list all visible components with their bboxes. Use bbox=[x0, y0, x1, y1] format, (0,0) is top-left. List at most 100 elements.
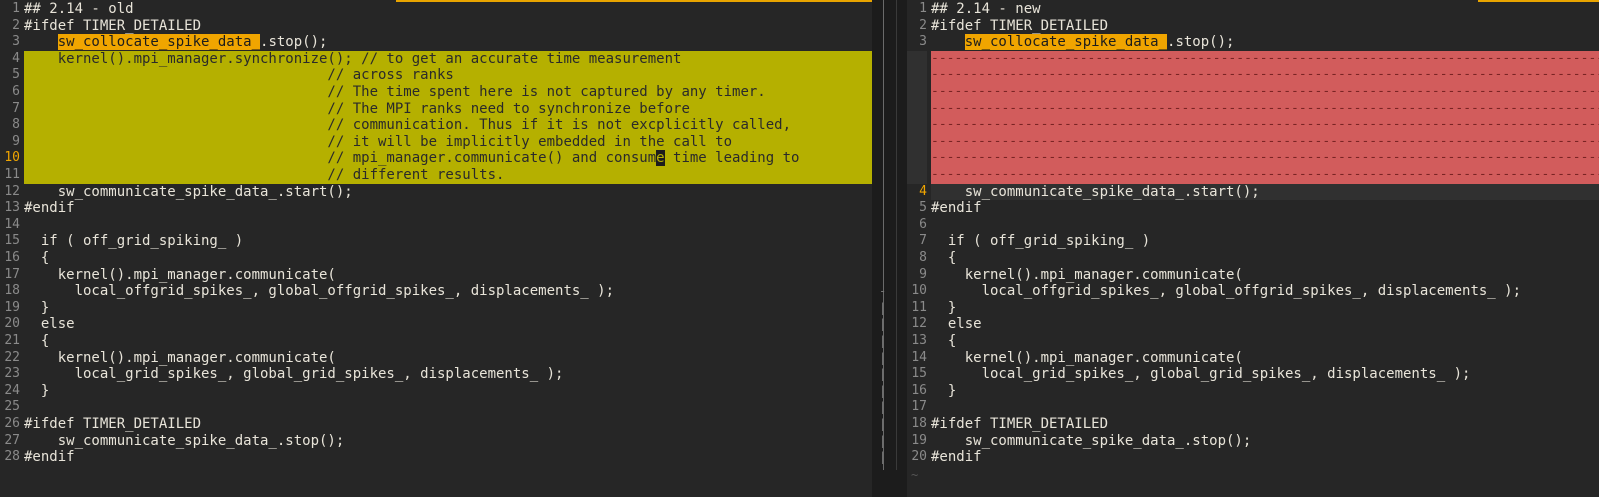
end-of-buffer-tilde: ~ bbox=[911, 467, 919, 482]
line-number: 26 bbox=[0, 416, 20, 433]
line-number: 25 bbox=[0, 399, 20, 416]
code-line[interactable]: 18 local_offgrid_spikes_, global_offgrid… bbox=[0, 283, 872, 300]
code-line[interactable]: 23 local_grid_spikes_, global_grid_spike… bbox=[0, 366, 872, 383]
code-line[interactable]: 4 sw_communicate_spike_data_.start(); bbox=[907, 183, 1599, 201]
code-line[interactable]: 24 } bbox=[0, 382, 872, 400]
line-number bbox=[907, 67, 927, 84]
code-line[interactable]: 19 } bbox=[0, 299, 872, 317]
line-number bbox=[907, 84, 927, 101]
code-line[interactable]: 4 kernel().mpi_manager.synchronize(); //… bbox=[0, 50, 872, 68]
line-number: 2 bbox=[0, 17, 20, 35]
deleted-filler: ----------------------------------------… bbox=[931, 150, 1599, 167]
code-line[interactable]: 3 sw_collocate_spike_data_.stop(); bbox=[907, 34, 1599, 51]
line-number: 8 bbox=[0, 117, 20, 134]
code-text: local_offgrid_spikes_, global_offgrid_sp… bbox=[24, 283, 615, 300]
code-line[interactable]: 11 // different results. bbox=[0, 167, 872, 184]
code-line[interactable]: 28 #endif bbox=[0, 449, 872, 466]
code-line[interactable]: ----------------------------------------… bbox=[907, 50, 1599, 68]
code-line[interactable]: 25 bbox=[0, 399, 872, 416]
code-text: #endif bbox=[931, 200, 982, 217]
line-number: 27 bbox=[0, 432, 20, 450]
code-line[interactable]: 27 sw_communicate_spike_data_.stop(); bbox=[0, 432, 872, 450]
code-line[interactable]: 12 else bbox=[907, 316, 1599, 333]
code-line[interactable]: ----------------------------------------… bbox=[907, 167, 1599, 184]
code-line[interactable]: 16 } bbox=[907, 382, 1599, 400]
vertical-split-separator[interactable]: - | | | | | | | | | | bbox=[872, 0, 907, 497]
fold-marker-bar: | bbox=[879, 334, 887, 348]
code-line[interactable]: 5 #endif bbox=[907, 200, 1599, 217]
code-line[interactable]: 19 sw_communicate_spike_data_.stop(); bbox=[907, 432, 1599, 450]
code-line[interactable]: 17 kernel().mpi_manager.communicate( bbox=[0, 266, 872, 284]
diff-pane-old[interactable]: 1 ## 2.14 - old 2 #ifdef TIMER_DETAILED 3 sw… bbox=[0, 0, 872, 497]
code-text: if ( off_grid_spiking_ ) bbox=[24, 233, 244, 250]
code-line[interactable]: ----------------------------------------… bbox=[907, 84, 1599, 101]
code-line[interactable]: ----------------------------------------… bbox=[907, 133, 1599, 151]
code-line[interactable]: 13 { bbox=[907, 333, 1599, 350]
code-line[interactable]: 1 ## 2.14 - new bbox=[907, 1, 1599, 18]
code-line[interactable]: 7 // The MPI ranks need to synchronize b… bbox=[0, 100, 872, 118]
code-line[interactable]: ----------------------------------------… bbox=[907, 100, 1599, 118]
code-line[interactable]: 13 #endif bbox=[0, 200, 872, 217]
code-text: { bbox=[931, 250, 957, 266]
line-number: 18 bbox=[0, 283, 20, 300]
code-line[interactable]: 14 bbox=[0, 216, 872, 234]
code-line[interactable]: 8 { bbox=[907, 250, 1599, 267]
deleted-filler: ----------------------------------------… bbox=[931, 50, 1599, 68]
code-line[interactable]: 10 // mpi_manager.communicate() and cons… bbox=[0, 150, 872, 167]
code-line[interactable]: 17 bbox=[907, 399, 1599, 416]
code-text: // mpi_manager.communicate() and consume… bbox=[24, 150, 872, 167]
line-number: 24 bbox=[0, 382, 20, 400]
code-line[interactable]: 2 #ifdef TIMER_DETAILED bbox=[907, 17, 1599, 35]
code-text: // it will be implicitly embedded in the… bbox=[24, 133, 872, 151]
code-line[interactable]: 3 sw_collocate_spike_data_.stop(); bbox=[0, 34, 872, 51]
line-number bbox=[907, 150, 927, 167]
fold-marker-bar: | bbox=[879, 300, 887, 315]
code-line[interactable]: 15 local_grid_spikes_, global_grid_spike… bbox=[907, 366, 1599, 383]
line-number: 3 bbox=[0, 34, 20, 51]
code-line[interactable]: 14 kernel().mpi_manager.communicate( bbox=[907, 349, 1599, 367]
code-text: { bbox=[24, 250, 50, 266]
code-line[interactable]: 12 sw_communicate_spike_data_.start(); bbox=[0, 183, 872, 201]
code-prefix bbox=[931, 34, 965, 50]
code-line[interactable]: 7 if ( off_grid_spiking_ ) bbox=[907, 233, 1599, 250]
code-line[interactable]: 18 #ifdef TIMER_DETAILED bbox=[907, 416, 1599, 433]
code-line[interactable]: 20 #endif bbox=[907, 449, 1599, 466]
code-line[interactable]: ----------------------------------------… bbox=[907, 67, 1599, 84]
code-text: } bbox=[24, 382, 50, 399]
code-line[interactable]: 9 // it will be implicitly embedded in t… bbox=[0, 133, 872, 151]
code-line[interactable]: 2 #ifdef TIMER_DETAILED bbox=[0, 17, 872, 35]
line-number: 10 bbox=[907, 283, 927, 300]
code-line[interactable]: 6 bbox=[907, 216, 1599, 234]
code-text: } bbox=[931, 299, 957, 316]
code-line[interactable]: 11 } bbox=[907, 299, 1599, 317]
code-text: #ifdef TIMER_DETAILED bbox=[931, 17, 1109, 34]
deleted-filler: ----------------------------------------… bbox=[931, 117, 1599, 134]
code-text: sw_communicate_spike_data_.stop(); bbox=[931, 432, 1252, 449]
code-text: #endif bbox=[931, 449, 982, 466]
code-line[interactable]: 21 { bbox=[0, 333, 872, 350]
code-line[interactable]: 5 // across ranks bbox=[0, 67, 872, 84]
diff-pane-new[interactable]: 1 ## 2.14 - new 2 #ifdef TIMER_DETAILED 3 sw… bbox=[907, 0, 1599, 497]
code-line[interactable]: 6 // The time spent here is not captured… bbox=[0, 84, 872, 101]
code-line[interactable]: 20 else bbox=[0, 316, 872, 333]
code-line[interactable]: 16 { bbox=[0, 250, 872, 267]
line-number bbox=[907, 100, 927, 118]
line-number: 20 bbox=[0, 316, 20, 333]
code-line[interactable]: 26 #ifdef TIMER_DETAILED bbox=[0, 416, 872, 433]
code-line[interactable]: 1 ## 2.14 - old bbox=[0, 1, 872, 18]
code-line[interactable]: ----------------------------------------… bbox=[907, 117, 1599, 134]
line-number: 12 bbox=[0, 183, 20, 201]
line-number: 19 bbox=[0, 299, 20, 317]
code-text: sw_collocate_spike_data_.stop(); bbox=[931, 34, 1599, 51]
code-line[interactable]: ----------------------------------------… bbox=[907, 150, 1599, 167]
line-number: 19 bbox=[907, 432, 927, 450]
code-text: // different results. bbox=[24, 167, 872, 184]
code-line[interactable]: 10 local_offgrid_spikes_, global_offgrid… bbox=[907, 283, 1599, 300]
code-line[interactable]: 8 // communication. Thus if it is not ex… bbox=[0, 117, 872, 134]
code-line[interactable]: 22 kernel().mpi_manager.communicate( bbox=[0, 349, 872, 367]
code-line[interactable]: 9 kernel().mpi_manager.communicate( bbox=[907, 266, 1599, 284]
line-number: 10 bbox=[0, 150, 20, 167]
code-line[interactable]: 15 if ( off_grid_spiking_ ) bbox=[0, 233, 872, 250]
code-text: sw_communicate_spike_data_.start(); bbox=[24, 183, 353, 200]
